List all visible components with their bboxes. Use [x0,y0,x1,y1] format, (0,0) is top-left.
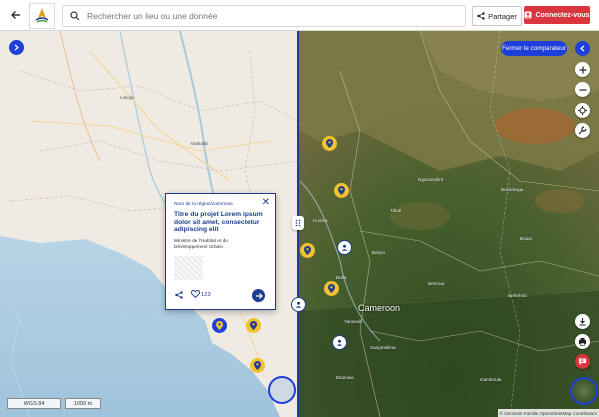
divider-handle[interactable] [292,216,304,230]
wrench-icon [578,126,587,135]
search-input[interactable] [83,11,451,21]
place-label: Berbérati [508,293,527,298]
place-label: Sangmélima [370,345,396,350]
share-icon[interactable] [175,291,183,301]
popup-title[interactable]: Titre du projet Lorem ipsum dolor sit am… [174,211,270,234]
zoom-out-button[interactable] [575,82,590,97]
feedback-button[interactable] [575,354,590,369]
projection-label: WGS 84 [7,398,61,409]
popup-thumbnail [174,256,203,280]
login-button[interactable]: Connectez-vous [524,6,590,24]
location-pin-icon [326,139,333,148]
top-bar: Partager Connectez-vous [0,0,599,31]
search-icon [67,11,83,21]
collapse-panel-button[interactable] [575,41,590,56]
project-pin[interactable] [322,136,337,151]
login-label: Connectez-vous [535,11,590,19]
location-pin-icon [250,321,257,330]
zoom-in-button[interactable] [575,62,590,77]
user-icon [524,11,532,19]
likes-count: 123 [201,292,211,298]
project-pin[interactable] [300,243,315,258]
scale-bar: 1000 m [65,398,101,409]
drag-handle-icon [295,219,301,227]
logo-icon [35,8,49,23]
minus-icon [579,88,586,91]
project-pin[interactable] [250,358,265,373]
location-pin-icon [254,361,261,370]
project-pin[interactable] [334,183,349,198]
close-icon[interactable]: ✕ [262,198,270,208]
app-logo[interactable] [29,3,55,29]
right-minimap[interactable] [570,377,598,405]
share-button[interactable]: Partager [472,6,522,26]
place-label: Bafia [336,275,347,280]
location-pin-icon [216,321,223,330]
share-label: Partager [488,11,517,21]
printer-icon [579,338,586,346]
left-minimap[interactable] [268,376,296,404]
country-label: Cameroon [358,303,401,313]
user-pin[interactable] [291,297,306,312]
place-label: Lokoja [120,95,134,100]
popup-organization: Ministre de l'Habitat et du Développemen… [174,239,228,250]
map-attribution: © GeoGam Familie OpenStreetMap Contribut… [497,409,599,417]
place-label: Yaoundé [344,319,363,324]
share-icon [477,12,485,20]
download-icon [579,318,586,326]
back-button[interactable] [8,7,24,23]
download-button[interactable] [575,314,590,329]
search-bar[interactable] [62,5,466,27]
location-pin-icon [328,284,335,293]
print-button[interactable] [575,334,590,349]
place-label: Bertoua [428,281,445,286]
place-label: Bocaranga [501,187,524,192]
chevron-right-icon [14,44,19,51]
place-label: Banyo [372,250,386,255]
heart-icon[interactable] [190,290,201,300]
location-pin-icon [304,246,311,255]
place-label: Abakaliki [190,141,209,146]
plus-icon [579,66,586,73]
popup-region: Nom de la région/commune [174,202,233,207]
close-compare-button[interactable]: Fermer le comparateur [501,41,567,56]
open-project-button[interactable] [252,289,265,302]
place-label: Ngaoundéré [418,177,444,182]
open-panel-button[interactable] [9,40,24,55]
project-pin-selected[interactable] [212,318,227,333]
chat-icon [579,358,586,365]
place-label: Tibati [390,208,402,213]
arrow-right-icon [255,292,263,299]
user-pin[interactable] [337,240,352,255]
project-pin[interactable] [324,281,339,296]
place-label: Bouar [520,236,533,241]
person-icon [295,301,302,308]
arrow-left-icon [11,11,20,19]
tools-button[interactable] [575,123,590,138]
locate-button[interactable] [575,103,590,118]
project-pin[interactable] [246,318,261,333]
place-label: Kumba [313,218,328,223]
location-pin-icon [338,186,345,195]
place-label: Ebolowa [336,375,354,380]
person-icon [336,339,343,346]
target-icon [578,106,587,115]
chevron-left-icon [580,45,585,52]
project-popup[interactable]: Nom de la région/commune ✕ Titre du proj… [165,193,276,310]
place-label: Gamboula [480,377,502,382]
person-icon [341,244,348,251]
user-pin[interactable] [332,335,347,350]
